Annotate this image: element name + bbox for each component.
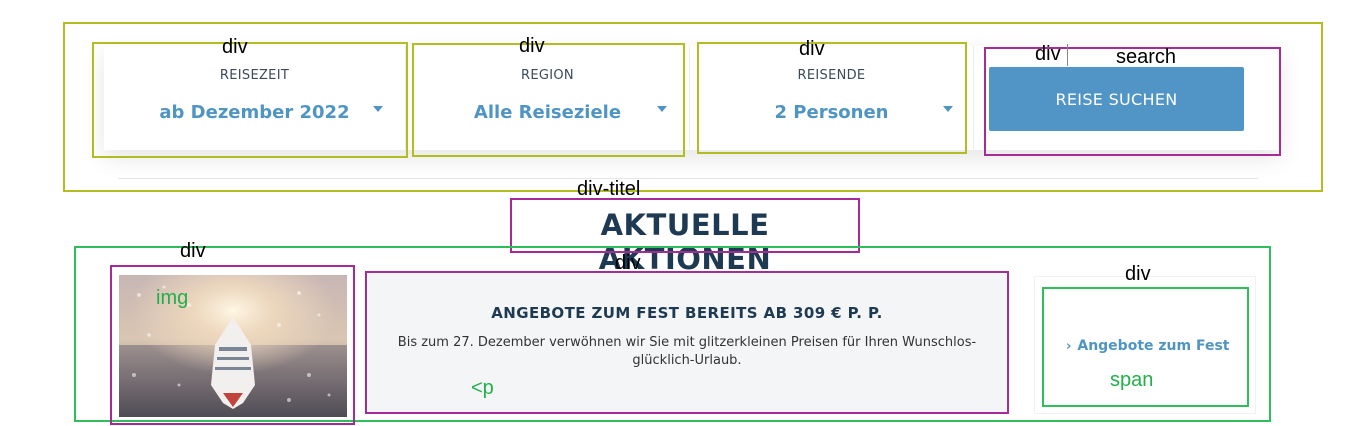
travel-time-caption: REISEZEIT xyxy=(219,68,290,83)
section-title: AKTUELLE AKTIONEN xyxy=(598,208,772,276)
annotation-label: div xyxy=(519,35,545,57)
travellers-caption: REISENDE xyxy=(797,68,866,83)
divider xyxy=(118,178,1258,179)
annotation-label: div xyxy=(799,38,825,60)
annotation-label: div xyxy=(1125,263,1151,285)
chevron-right-icon: › xyxy=(1066,338,1072,354)
annotation-label: div xyxy=(1035,43,1061,65)
chevron-down-icon xyxy=(657,106,667,112)
cruise-ship-image xyxy=(119,275,347,417)
region-caption: REGION xyxy=(521,68,574,83)
travel-time-value: ab Dezember 2022 xyxy=(159,102,350,123)
annotation-label: search xyxy=(1116,46,1177,68)
travellers-select[interactable]: REISENDE 2 Personen xyxy=(690,46,974,150)
promo-content: ANGEBOTE ZUM FEST BEREITS AB 309 € P. P.… xyxy=(368,274,1006,412)
promo-image[interactable] xyxy=(119,275,347,417)
promo-headline: ANGEBOTE ZUM FEST BEREITS AB 309 € P. P. xyxy=(491,304,883,322)
annotation-label: span xyxy=(1110,369,1154,391)
text-cursor xyxy=(1067,44,1068,66)
annotation-label: img xyxy=(156,287,189,309)
chevron-down-icon xyxy=(943,106,953,112)
annotation-label: div xyxy=(615,252,641,274)
annotation-label: div xyxy=(222,36,248,58)
annotation-label: <p xyxy=(471,377,494,399)
promo-link[interactable]: › Angebote zum Fest xyxy=(1066,338,1229,354)
promo-text: Bis zum 27. Dezember verwöhnen wir Sie m… xyxy=(397,335,977,368)
travellers-value: 2 Personen xyxy=(774,102,889,123)
region-select[interactable]: REGION Alle Reiseziele xyxy=(406,46,690,150)
region-value: Alle Reiseziele xyxy=(473,102,622,123)
annotation-label: div-titel xyxy=(577,178,641,200)
chevron-down-icon xyxy=(373,106,383,112)
travel-time-select[interactable]: REISEZEIT ab Dezember 2022 xyxy=(104,46,406,150)
search-button[interactable]: REISE SUCHEN xyxy=(989,67,1244,131)
promo-link-label: Angebote zum Fest xyxy=(1077,338,1230,354)
annotation-label: div xyxy=(180,240,206,262)
